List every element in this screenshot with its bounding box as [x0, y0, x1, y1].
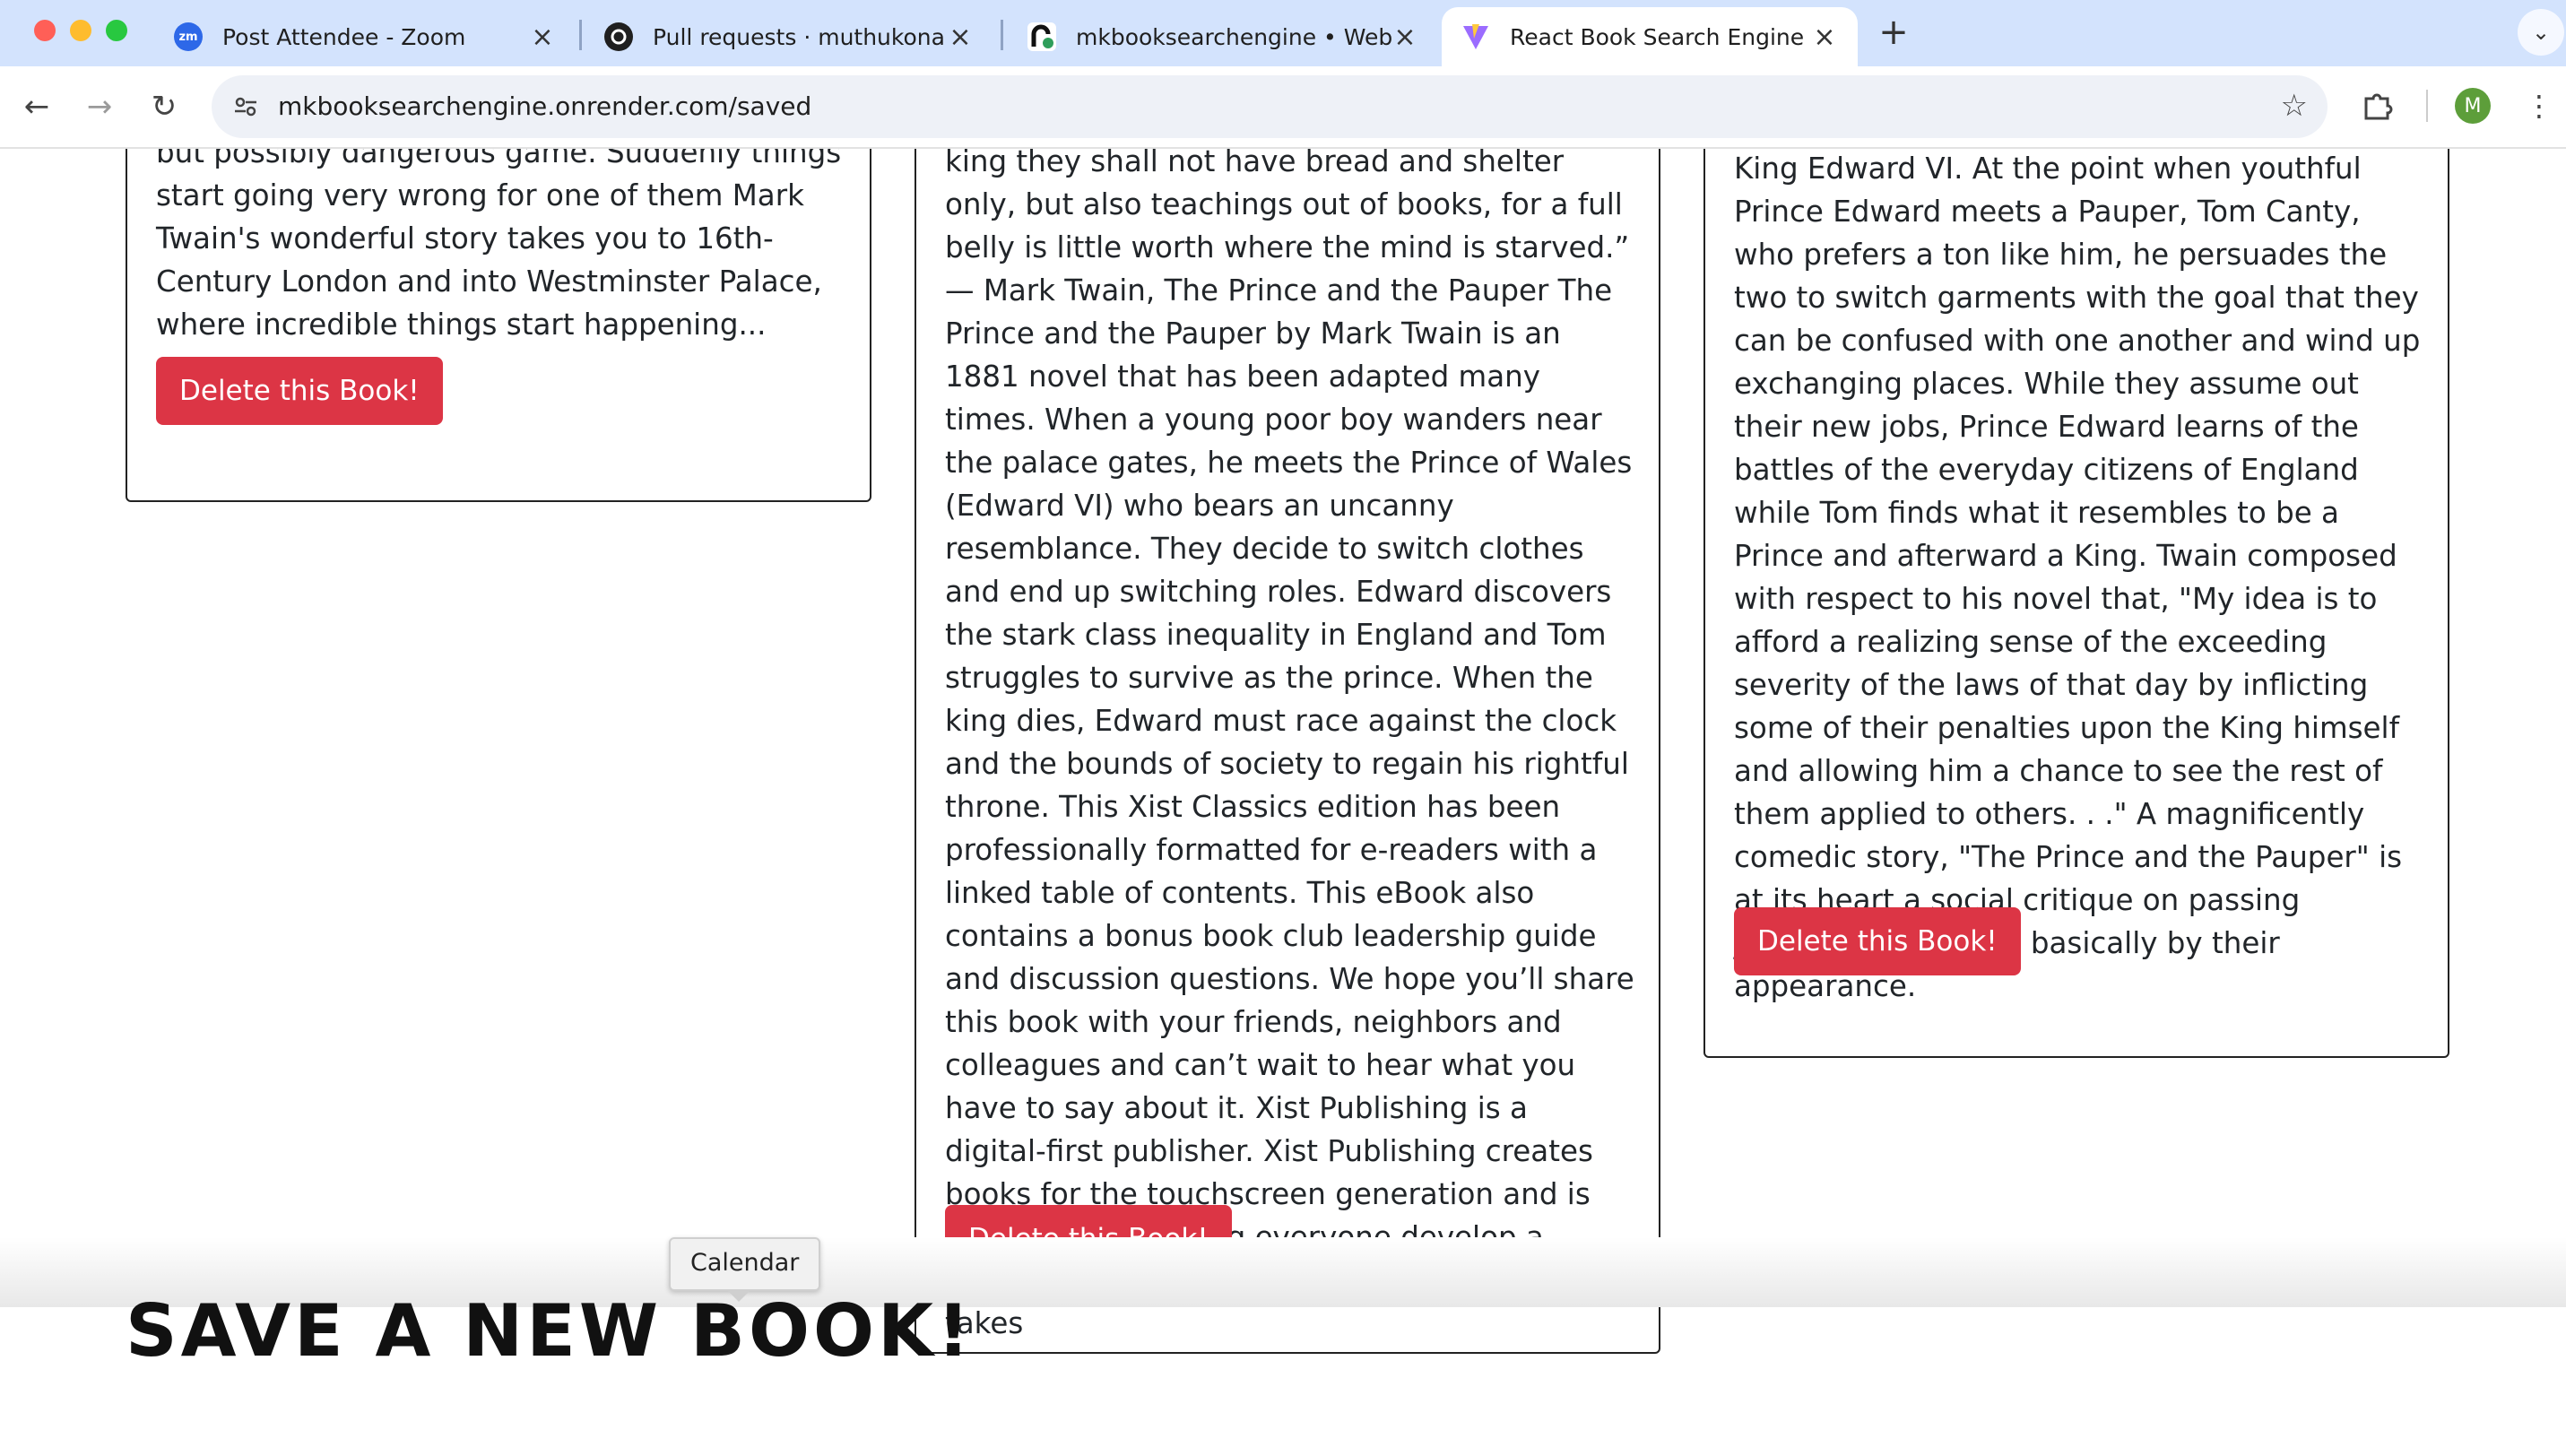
reload-icon[interactable]: ↻ [142, 84, 186, 129]
url-text[interactable]: mkbooksearchengine.onrender.com/saved [278, 91, 811, 121]
saved-book-card: but possibly dangerous game. Suddenly th… [126, 149, 871, 502]
tab-close-icon[interactable]: × [529, 22, 556, 53]
vite-icon [1461, 22, 1490, 51]
tab-title: React Book Search Engine [1510, 23, 1805, 50]
tab-title: Post Attendee - Zoom [222, 23, 466, 50]
tab-separator [579, 20, 582, 50]
profile-avatar[interactable]: M [2455, 88, 2491, 124]
section-heading: SAVE A NEW BOOK! [126, 1289, 974, 1373]
extensions-puzzle-icon[interactable] [2356, 86, 2397, 127]
tab-title: mkbooksearchengine • Web [1076, 23, 1391, 50]
back-arrow-icon[interactable]: ← [14, 84, 59, 129]
book-description: King Edward VI. At the point when youthf… [1734, 152, 2421, 1003]
render-icon [1027, 22, 1056, 51]
tab-separator [1001, 20, 1003, 50]
github-icon [604, 22, 633, 51]
delete-book-button[interactable]: Delete this Book! [156, 357, 443, 425]
tab-github[interactable]: Pull requests · muthukonar/W × [585, 7, 993, 66]
new-tab-button[interactable]: + [1876, 14, 1911, 50]
site-settings-icon[interactable] [226, 87, 265, 126]
window-minimize-button[interactable] [70, 20, 91, 41]
tab-react-book-search[interactable]: React Book Search Engine × [1442, 7, 1858, 66]
tab-zoom[interactable]: zm Post Attendee - Zoom × [154, 7, 576, 66]
toolbar-divider [2426, 90, 2428, 122]
window-maximize-button[interactable] [106, 20, 127, 41]
saved-book-card: king they shall not have bread and shelt… [915, 149, 1660, 1354]
browser-toolbar: ← → ↻ mkbooksearchengine.onrender.com/sa… [0, 66, 2566, 149]
tab-render[interactable]: mkbooksearchengine • Web × [1008, 7, 1438, 66]
delete-book-button[interactable]: Delete this Book! [1734, 907, 2021, 975]
tab-close-icon[interactable]: × [1811, 22, 1838, 53]
book-description: king they shall not have bread and shelt… [945, 149, 1634, 1340]
more-menu-icon[interactable]: ⋮ [2525, 88, 2553, 126]
saved-book-card: King Edward VI. At the point when youthf… [1703, 149, 2449, 1058]
tab-close-icon[interactable]: × [1391, 22, 1418, 53]
calendar-tooltip: Calendar [669, 1237, 821, 1302]
chevron-down-icon[interactable]: ⌄ [2518, 9, 2564, 56]
tab-strip: zm Post Attendee - Zoom × Pull requests … [0, 0, 2566, 66]
book-description: but possibly dangerous game. Suddenly th… [156, 149, 842, 342]
bookmark-star-icon[interactable]: ☆ [2281, 88, 2308, 124]
forward-arrow-icon[interactable]: → [77, 84, 122, 129]
tab-title: Pull requests · muthukonar/W [653, 23, 947, 50]
tab-close-icon[interactable]: × [947, 22, 974, 53]
address-bar[interactable]: mkbooksearchengine.onrender.com/saved ☆ [212, 75, 2328, 138]
zoom-icon: zm [174, 22, 203, 51]
window-close-button[interactable] [34, 20, 56, 41]
